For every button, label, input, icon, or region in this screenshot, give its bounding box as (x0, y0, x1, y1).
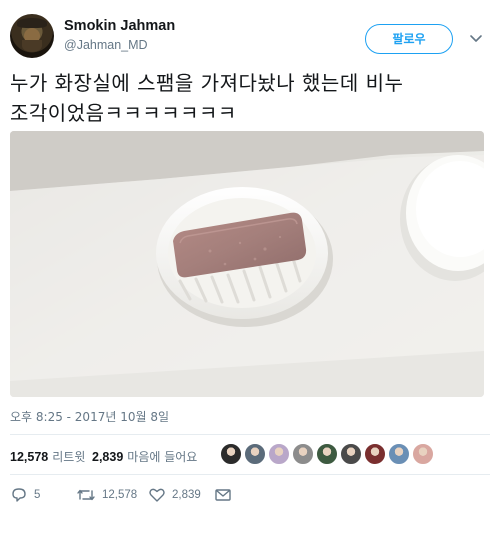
follow-button[interactable]: 팔로우 (365, 24, 453, 54)
user-display-name[interactable]: Smokin Jahman (64, 18, 175, 34)
liker-avatar[interactable] (244, 443, 266, 465)
retweet-icon (76, 487, 96, 503)
like-button[interactable]: 2,839 (148, 484, 201, 506)
tweet-actions: 5 12,578 2,839 (10, 484, 490, 506)
like-stat-label: 마음에 들어요 (127, 450, 198, 464)
divider (10, 434, 490, 435)
liker-avatar[interactable] (220, 443, 242, 465)
like-stat[interactable]: 2,839 마음에 들어요 (92, 448, 197, 465)
soap-dish-photo (10, 131, 484, 397)
liker-avatar[interactable] (412, 443, 434, 465)
tweet-text-line-2: 조각이었음ㅋㅋㅋㅋㅋㅋㅋ (10, 101, 237, 125)
retweet-stat[interactable]: 12,578 리트윗 (10, 448, 85, 465)
divider (10, 474, 490, 475)
tweet-text: 누가 화장실에 스팸을 가져다놨나 했는데 비누 조각이었음ㅋㅋㅋㅋㅋㅋㅋ (10, 68, 490, 128)
tweet-photo[interactable] (10, 131, 484, 397)
heart-icon (148, 487, 166, 503)
like-count: 2,839 (172, 489, 201, 501)
tweet-timestamp[interactable]: 오후 8:25 - 2017년 10월 8일 (10, 408, 169, 425)
tweet-stats: 12,578 리트윗 2,839 마음에 들어요 (10, 442, 490, 468)
reply-button[interactable]: 5 (10, 484, 40, 506)
tweet-text-line-1: 누가 화장실에 스팸을 가져다놨나 했는데 비누 (10, 71, 404, 95)
retweet-count: 12,578 (102, 489, 138, 501)
user-handle[interactable]: @Jahman_MD (64, 38, 148, 52)
liker-avatar[interactable] (292, 443, 314, 465)
liker-avatar[interactable] (364, 443, 386, 465)
like-stat-count: 2,839 (92, 450, 124, 464)
retweet-button[interactable]: 12,578 (76, 484, 137, 506)
liker-avatar[interactable] (388, 443, 410, 465)
chevron-down-icon[interactable] (468, 30, 484, 46)
liker-avatar[interactable] (268, 443, 290, 465)
retweet-stat-count: 12,578 (10, 450, 49, 464)
direct-message-button[interactable] (214, 484, 232, 506)
reply-count: 5 (34, 489, 41, 501)
avatar[interactable] (10, 14, 54, 58)
tweet-header: Smokin Jahman @Jahman_MD 팔로우 (10, 12, 490, 62)
reply-icon (10, 487, 28, 503)
liker-avatar[interactable] (340, 443, 362, 465)
liker-avatar[interactable] (316, 443, 338, 465)
retweet-stat-label: 리트윗 (52, 450, 86, 464)
envelope-icon (214, 487, 232, 503)
